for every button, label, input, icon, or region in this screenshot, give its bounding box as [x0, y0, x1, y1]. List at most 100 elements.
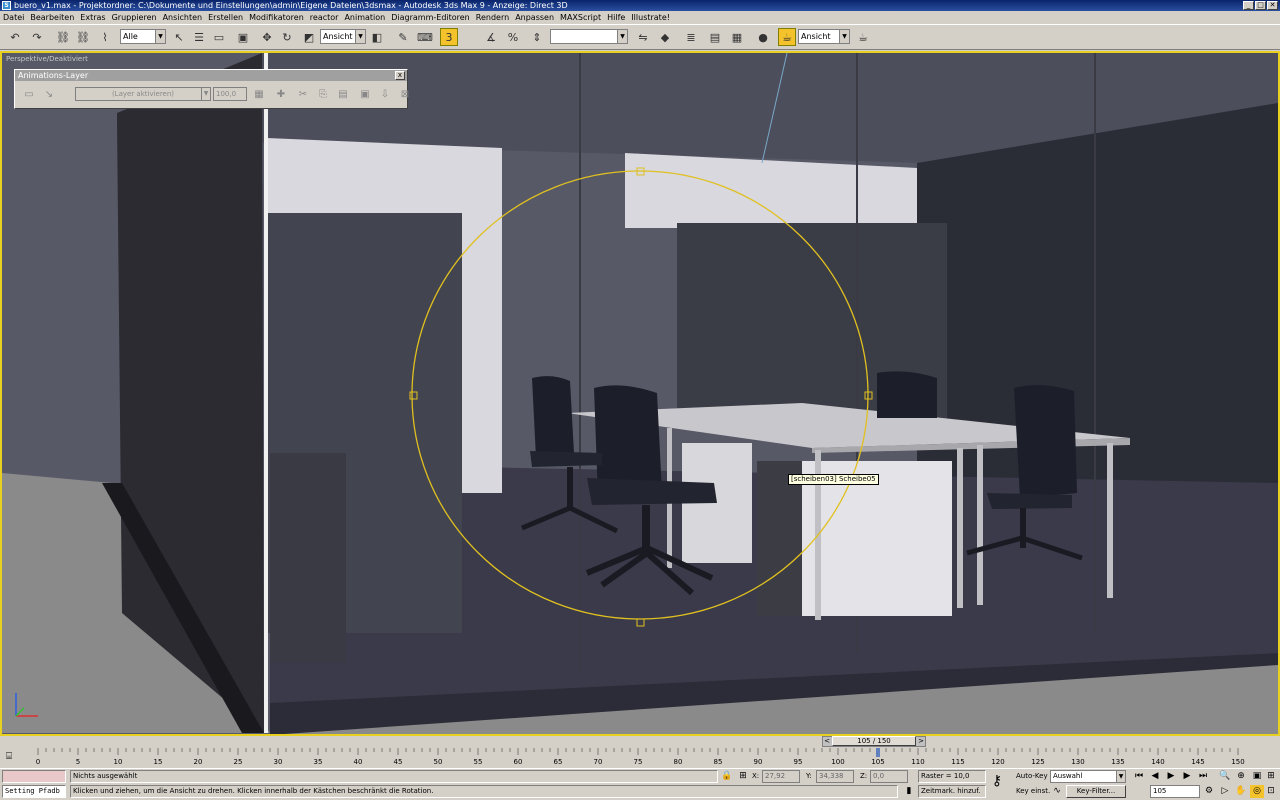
menu-modifikatoren[interactable]: Modifikatoren: [249, 13, 304, 22]
angle-snap-icon[interactable]: ∡: [482, 28, 500, 46]
collapse-layer-icon[interactable]: ▣: [357, 87, 373, 103]
menu-gruppieren[interactable]: Gruppieren: [112, 13, 157, 22]
disable-layer-icon[interactable]: ⊠: [397, 87, 413, 103]
absolute-mode-icon[interactable]: ⊞: [736, 770, 750, 783]
material-editor-icon[interactable]: ●: [754, 28, 772, 46]
set-key-button[interactable]: Key einst.: [1016, 785, 1050, 798]
perspective-viewport[interactable]: Perspektive/Deaktiviert [scheiben03] Sch…: [0, 51, 1280, 736]
rectangular-selection-icon[interactable]: ▭: [210, 28, 228, 46]
save-layer-icon[interactable]: ⇩: [377, 87, 393, 103]
select-and-link-icon[interactable]: ⛓: [54, 28, 72, 46]
time-config-icon[interactable]: ⚙: [1202, 785, 1216, 798]
mirror-icon[interactable]: ⇋: [634, 28, 652, 46]
scale-icon[interactable]: ◩: [300, 28, 318, 46]
zoom-all-icon[interactable]: ⊕: [1234, 770, 1248, 783]
dialog-close-button[interactable]: x: [395, 71, 405, 80]
menu-reactor[interactable]: reactor: [310, 13, 339, 22]
menu-maxscript[interactable]: MAXScript: [560, 13, 601, 22]
selection-filter-select[interactable]: Alle ▼: [120, 29, 166, 44]
select-layer-objects-icon[interactable]: ↘: [41, 87, 57, 103]
render-view-select[interactable]: Ansicht ▼: [798, 29, 850, 44]
z-coordinate-field[interactable]: 0,0: [870, 770, 908, 783]
previous-frame-icon[interactable]: ◀: [1148, 770, 1162, 783]
menu-illustrate[interactable]: Illustrate!: [631, 13, 670, 22]
menu-datei[interactable]: Datei: [3, 13, 24, 22]
menu-anpassen[interactable]: Anpassen: [515, 13, 554, 22]
paste-layer-icon[interactable]: ▤: [335, 87, 351, 103]
quick-render-icon[interactable]: ☕: [854, 28, 872, 46]
menu-hilfe[interactable]: Hilfe: [607, 13, 625, 22]
orbit-icon[interactable]: ◎: [1250, 785, 1264, 798]
curve-editor-icon[interactable]: ▤: [706, 28, 724, 46]
snap-toggle-icon[interactable]: 3: [440, 28, 458, 46]
bind-space-warp-icon[interactable]: ⌇: [96, 28, 114, 46]
y-coordinate-field[interactable]: 34,338: [816, 770, 854, 783]
layer-select[interactable]: (Layer aktivieren) ▼: [75, 87, 211, 101]
unlink-icon[interactable]: ⛓: [74, 28, 92, 46]
key-curve-icon[interactable]: ∿: [1050, 785, 1064, 798]
named-selection-select[interactable]: ▼: [550, 29, 628, 44]
next-frame-icon[interactable]: ▶: [1180, 770, 1194, 783]
close-button[interactable]: ✕: [1267, 1, 1278, 10]
copy-layer-icon[interactable]: ⎘: [315, 87, 331, 103]
rotate-icon[interactable]: ↻: [278, 28, 296, 46]
timeline-ruler[interactable]: 0 5 10 15 20 25 30 35 40 45 50 55 60 65 70 75 80 85 90 95 10…: [28, 748, 1268, 768]
align-icon[interactable]: ◆: [656, 28, 674, 46]
keyboard-shortcut-icon[interactable]: ⌨: [416, 28, 434, 46]
menu-bearbeiten[interactable]: Bearbeiten: [30, 13, 74, 22]
time-tag-icon[interactable]: ▮: [902, 785, 916, 798]
layer-manager-icon[interactable]: ≣: [682, 28, 700, 46]
schematic-view-icon[interactable]: ▦: [728, 28, 746, 46]
reference-coord-select[interactable]: Ansicht ▼: [320, 29, 366, 44]
track-bar[interactable]: ⌸ 0 5 10 15 20 25 30 35 40 45 50 55 60 65 70 75 80 85 90 95…: [0, 748, 1280, 768]
move-icon[interactable]: ✥: [258, 28, 276, 46]
lock-selection-icon[interactable]: 🔒: [720, 770, 734, 783]
go-to-end-icon[interactable]: ⏭: [1196, 770, 1210, 783]
menu-diagramm-editoren[interactable]: Diagramm-Editoren: [391, 13, 470, 22]
add-time-tag[interactable]: Zeitmark. hinzuf.: [918, 785, 986, 798]
redo-icon[interactable]: ↷: [28, 28, 46, 46]
render-scene-icon[interactable]: ☕: [778, 28, 796, 46]
curve-editor-toggle-icon[interactable]: ⌸: [6, 751, 22, 765]
delete-layer-icon[interactable]: ✂: [295, 87, 311, 103]
add-layer-icon[interactable]: ✚: [273, 87, 289, 103]
zoom-extents-icon[interactable]: ▣: [1250, 770, 1264, 783]
layer-properties-icon[interactable]: ▦: [251, 87, 267, 103]
maxscript-listener-input[interactable]: [2, 770, 66, 783]
percent-snap-icon[interactable]: %: [504, 28, 522, 46]
pivot-center-icon[interactable]: ◧: [368, 28, 386, 46]
maximize-button[interactable]: □: [1255, 1, 1266, 10]
dialog-title[interactable]: Animations-Layer: [15, 70, 407, 81]
x-coordinate-field[interactable]: 27,92: [762, 770, 800, 783]
current-frame-marker[interactable]: [876, 748, 880, 757]
menu-ansichten[interactable]: Ansichten: [163, 13, 203, 22]
current-frame-spinner[interactable]: 105: [1150, 785, 1200, 798]
select-by-name-icon[interactable]: ☰: [190, 28, 208, 46]
layer-icon[interactable]: ▭: [21, 87, 37, 103]
maxscript-output[interactable]: Setting Pfadb: [2, 785, 66, 798]
menu-erstellen[interactable]: Erstellen: [208, 13, 243, 22]
play-icon[interactable]: ▶: [1164, 770, 1178, 783]
auto-key-button[interactable]: Auto-Key: [1016, 770, 1048, 783]
layer-weight-spinner[interactable]: 100,0: [213, 87, 247, 101]
menu-rendern[interactable]: Rendern: [476, 13, 509, 22]
menu-animation[interactable]: Animation: [344, 13, 385, 22]
manipulate-icon[interactable]: ✎: [394, 28, 412, 46]
menu-extras[interactable]: Extras: [80, 13, 105, 22]
time-slider-prev-button[interactable]: <: [822, 736, 832, 746]
field-of-view-icon[interactable]: ▷: [1218, 785, 1232, 798]
viewport-label[interactable]: Perspektive/Deaktiviert: [6, 55, 88, 63]
maximize-viewport-icon[interactable]: ⊡: [1264, 785, 1278, 798]
key-mode-select[interactable]: Auswahl ▼: [1050, 770, 1126, 783]
key-filters-button[interactable]: Key-Filter...: [1066, 785, 1126, 798]
time-slider-thumb[interactable]: 105 / 150: [832, 736, 916, 746]
pan-icon[interactable]: ✋: [1234, 785, 1248, 798]
minimize-button[interactable]: _: [1243, 1, 1254, 10]
zoom-extents-all-icon[interactable]: ⊞: [1264, 770, 1278, 783]
select-object-icon[interactable]: ↖: [170, 28, 188, 46]
time-slider-next-button[interactable]: >: [916, 736, 926, 746]
zoom-icon[interactable]: 🔍: [1218, 770, 1232, 783]
window-crossing-icon[interactable]: ▣: [234, 28, 252, 46]
set-key-icon[interactable]: ⚷: [990, 774, 1004, 788]
go-to-start-icon[interactable]: ⏮: [1132, 770, 1146, 783]
